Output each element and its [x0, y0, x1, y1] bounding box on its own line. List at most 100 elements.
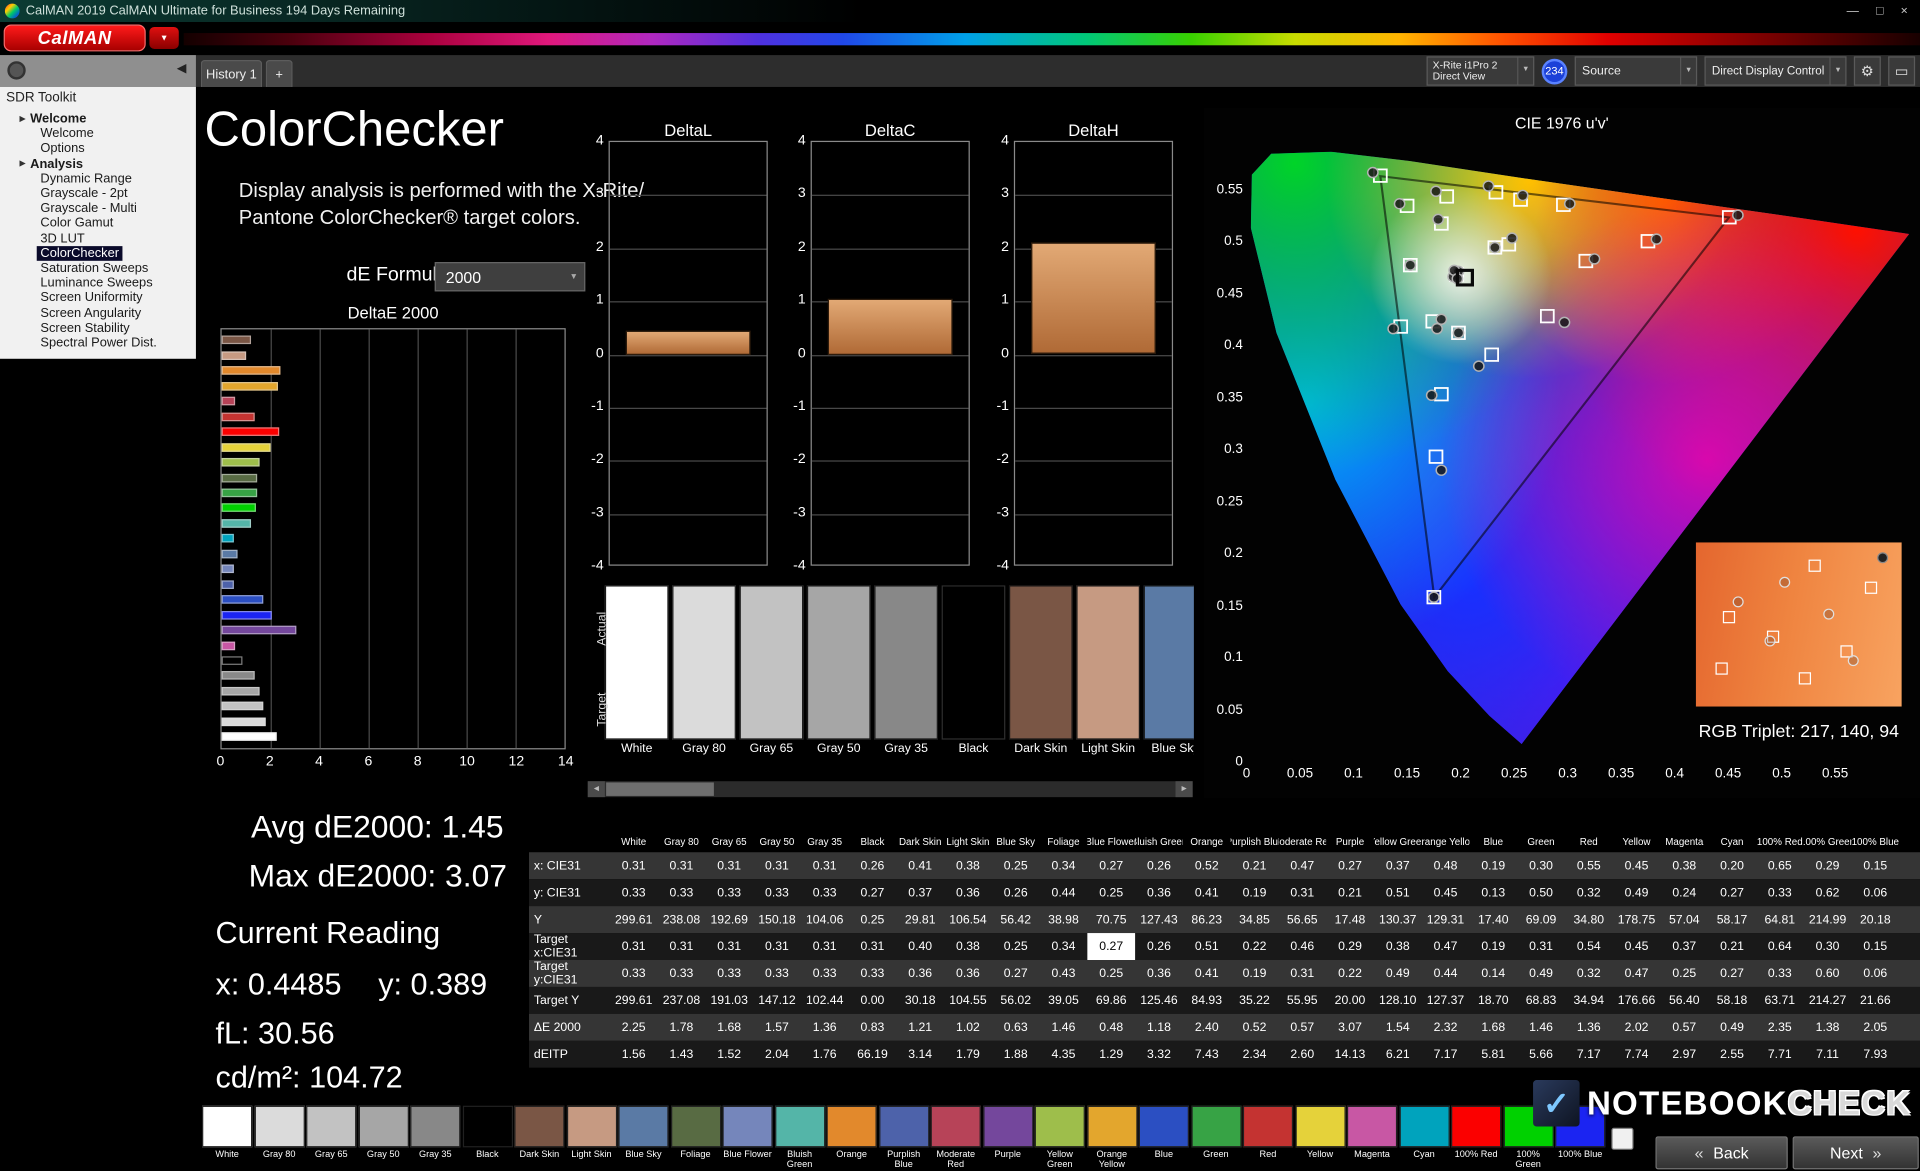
cell-orange-cy[interactable]: 0.41 [1183, 879, 1231, 906]
cell-light-skin-deitp[interactable]: 1.79 [944, 1041, 992, 1068]
sidebar-item-luminance-sweeps[interactable]: Luminance Sweeps [0, 276, 196, 291]
cell-moderate-red-cy[interactable]: 0.31 [1278, 879, 1326, 906]
cell-cyan-ty[interactable]: 0.27 [1708, 960, 1756, 987]
cell-gray-50-cx[interactable]: 0.31 [753, 852, 801, 879]
source-selector[interactable]: Source ▼ [1574, 56, 1698, 86]
cell-gray-80-lum[interactable]: 238.08 [658, 906, 706, 933]
cell-red-lum[interactable]: 34.80 [1565, 906, 1613, 933]
cell-blue-sky-cx[interactable]: 0.25 [992, 852, 1040, 879]
cell-foliage-tx[interactable]: 0.34 [1040, 933, 1088, 960]
cell-white-ty[interactable]: 0.33 [610, 960, 658, 987]
cell-yellow-green-cy[interactable]: 0.51 [1374, 879, 1422, 906]
patch-swatch-light-skin[interactable]: Light Skin [566, 1105, 617, 1170]
cell-100-blue-cy[interactable]: 0.06 [1851, 879, 1899, 906]
tab-add-button[interactable]: + [265, 60, 293, 87]
cell-purplish-blue-tlum[interactable]: 35.22 [1231, 987, 1279, 1014]
cell-blue-cy[interactable]: 0.13 [1469, 879, 1517, 906]
cell-purplish-blue-cx[interactable]: 0.21 [1231, 852, 1279, 879]
cell-green-tx[interactable]: 0.31 [1517, 933, 1565, 960]
cell-green-lum[interactable]: 69.09 [1517, 906, 1565, 933]
cell-red-tx[interactable]: 0.54 [1565, 933, 1613, 960]
cell-gray-65-lum[interactable]: 192.69 [705, 906, 753, 933]
scroll-thumb[interactable] [606, 782, 714, 796]
cell-100-blue-tlum[interactable]: 21.66 [1851, 987, 1899, 1014]
cell-gray-65-cy[interactable]: 0.33 [705, 879, 753, 906]
cell-blue-tlum[interactable]: 18.70 [1469, 987, 1517, 1014]
patch-swatch-dark-skin[interactable]: Dark Skin [514, 1105, 565, 1170]
cell-100-blue-de[interactable]: 2.05 [1851, 1014, 1899, 1041]
cell-light-skin-tlum[interactable]: 104.55 [944, 987, 992, 1014]
cell-moderate-red-de[interactable]: 0.57 [1278, 1014, 1326, 1041]
sidebar-item-saturation-sweeps[interactable]: Saturation Sweeps [0, 261, 196, 276]
cell-red-ty[interactable]: 0.32 [1565, 960, 1613, 987]
cell-green-de[interactable]: 1.46 [1517, 1014, 1565, 1041]
cell-orange-yellow-tx[interactable]: 0.47 [1422, 933, 1470, 960]
cell-blue-flower-lum[interactable]: 70.75 [1087, 906, 1135, 933]
sidebar-item-screen-uniformity[interactable]: Screen Uniformity [0, 291, 196, 306]
cell-orange-ty[interactable]: 0.41 [1183, 960, 1231, 987]
cell-blue-sky-ty[interactable]: 0.27 [992, 960, 1040, 987]
cell-100-green-tlum[interactable]: 214.27 [1804, 987, 1852, 1014]
back-button[interactable]: «Back [1655, 1136, 1788, 1170]
cell-gray-50-lum[interactable]: 150.18 [753, 906, 801, 933]
cell-yellow-cy[interactable]: 0.49 [1613, 879, 1661, 906]
cell-magenta-tlum[interactable]: 56.40 [1660, 987, 1708, 1014]
cell-purplish-blue-lum[interactable]: 34.85 [1231, 906, 1279, 933]
cell-light-skin-lum[interactable]: 106.54 [944, 906, 992, 933]
cell-foliage-deitp[interactable]: 4.35 [1040, 1041, 1088, 1068]
calman-logo[interactable]: CalMAN [3, 24, 146, 52]
cell-100-red-cx[interactable]: 0.65 [1756, 852, 1804, 879]
patch-swatch-blue-sky[interactable]: Blue Sky [618, 1105, 669, 1170]
tab-history-1[interactable]: History 1 [200, 60, 263, 87]
cell-orange-yellow-de[interactable]: 2.32 [1422, 1014, 1470, 1041]
cell-gray-65-de[interactable]: 1.68 [705, 1014, 753, 1041]
patch-swatch-orange-yellow[interactable]: Orange Yellow [1086, 1105, 1137, 1170]
cell-blue-sky-tlum[interactable]: 56.02 [992, 987, 1040, 1014]
cell-blue-cx[interactable]: 0.19 [1469, 852, 1517, 879]
cell-black-lum[interactable]: 0.25 [849, 906, 897, 933]
cell-bluish-green-ty[interactable]: 0.36 [1135, 960, 1183, 987]
cell-magenta-deitp[interactable]: 2.97 [1660, 1041, 1708, 1068]
cell-gray-50-de[interactable]: 1.57 [753, 1014, 801, 1041]
cell-blue-flower-ty[interactable]: 0.25 [1087, 960, 1135, 987]
cell-yellow-tx[interactable]: 0.45 [1613, 933, 1661, 960]
cell-cyan-de[interactable]: 0.49 [1708, 1014, 1756, 1041]
cell-white-tx[interactable]: 0.31 [610, 933, 658, 960]
cell-100-red-deitp[interactable]: 7.71 [1756, 1041, 1804, 1068]
patch-swatch-magenta[interactable]: Magenta [1346, 1105, 1398, 1170]
cell-gray-35-ty[interactable]: 0.33 [801, 960, 849, 987]
cell-purple-tlum[interactable]: 20.00 [1326, 987, 1374, 1014]
cell-foliage-tlum[interactable]: 39.05 [1040, 987, 1088, 1014]
cell-yellow-tlum[interactable]: 176.66 [1613, 987, 1661, 1014]
patch-swatch-blue[interactable]: Blue [1138, 1105, 1189, 1170]
cell-purple-tx[interactable]: 0.29 [1326, 933, 1374, 960]
cell-purplish-blue-deitp[interactable]: 2.34 [1231, 1041, 1279, 1068]
workflow-menu-icon[interactable] [7, 61, 26, 80]
cell-bluish-green-deitp[interactable]: 3.32 [1135, 1041, 1183, 1068]
cell-cyan-tx[interactable]: 0.21 [1708, 933, 1756, 960]
cell-100-red-ty[interactable]: 0.33 [1756, 960, 1804, 987]
cell-blue-sky-de[interactable]: 0.63 [992, 1014, 1040, 1041]
cell-yellow-green-lum[interactable]: 130.37 [1374, 906, 1422, 933]
cell-white-cx[interactable]: 0.31 [610, 852, 658, 879]
de-formula-dropdown[interactable]: 2000 ▼ [434, 262, 586, 292]
cell-bluish-green-tlum[interactable]: 125.46 [1135, 987, 1183, 1014]
patch-swatch-gray-35[interactable]: Gray 35 [410, 1105, 461, 1170]
cell-100-red-tlum[interactable]: 63.71 [1756, 987, 1804, 1014]
sidebar-item-3d-lut[interactable]: 3D LUT [0, 231, 196, 246]
cell-magenta-de[interactable]: 0.57 [1660, 1014, 1708, 1041]
cell-gray-50-tlum[interactable]: 147.12 [753, 987, 801, 1014]
cell-blue-lum[interactable]: 17.40 [1469, 906, 1517, 933]
cell-yellow-lum[interactable]: 178.75 [1613, 906, 1661, 933]
cell-yellow-green-de[interactable]: 1.54 [1374, 1014, 1422, 1041]
cell-black-tx[interactable]: 0.31 [849, 933, 897, 960]
cell-moderate-red-ty[interactable]: 0.31 [1278, 960, 1326, 987]
cell-white-deitp[interactable]: 1.56 [610, 1041, 658, 1068]
cell-yellow-green-tlum[interactable]: 128.10 [1374, 987, 1422, 1014]
cell-bluish-green-cy[interactable]: 0.36 [1135, 879, 1183, 906]
sidebar-item-screen-stability[interactable]: Screen Stability [0, 320, 196, 335]
cell-dark-skin-cy[interactable]: 0.37 [896, 879, 944, 906]
cell-blue-ty[interactable]: 0.14 [1469, 960, 1517, 987]
cell-purplish-blue-cy[interactable]: 0.19 [1231, 879, 1279, 906]
sidebar-item-dynamic-range[interactable]: Dynamic Range [0, 171, 196, 186]
